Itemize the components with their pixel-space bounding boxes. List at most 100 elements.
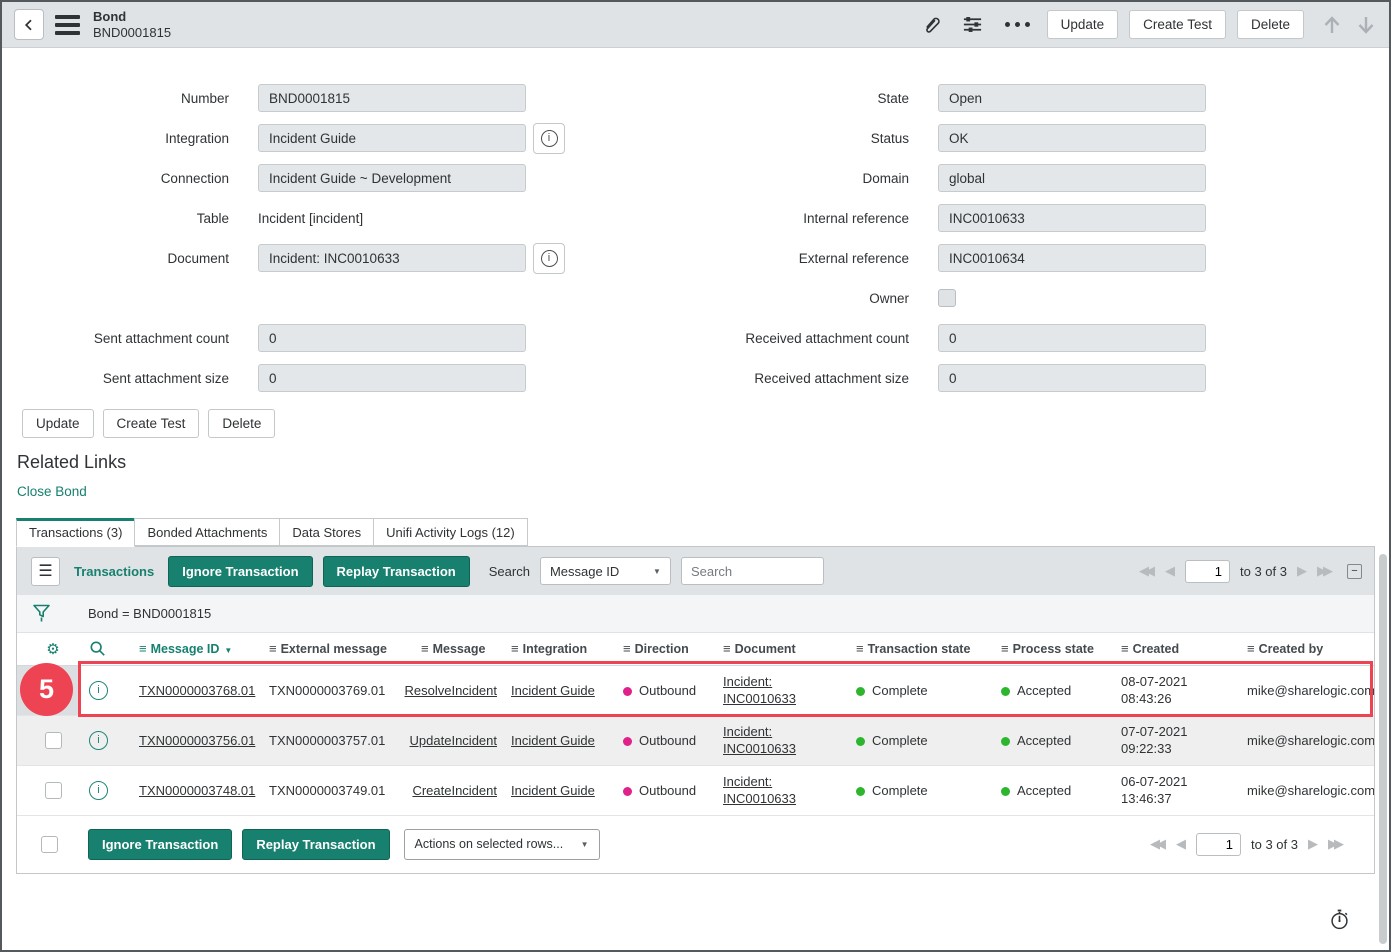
delete-button[interactable]: Delete [1237,10,1304,39]
filter-button[interactable] [17,603,65,624]
external-reference-label: External reference [697,251,909,266]
number-input[interactable] [258,84,526,112]
tab-unifi-activity-logs[interactable]: Unifi Activity Logs (12) [373,518,528,546]
context-menu-icon[interactable] [55,15,80,35]
document-link[interactable]: Incident:INC0010633 [723,673,848,707]
column-header-integration[interactable]: ≡Integration [503,633,615,665]
domain-input[interactable] [938,164,1206,192]
column-header-message-id[interactable]: ≡Message ID▼ [131,633,261,665]
column-menu-icon: ≡ [269,641,277,656]
transaction-state-value: Complete [872,683,928,698]
select-all-checkbox[interactable] [41,836,58,853]
column-header-direction[interactable]: ≡Direction [615,633,715,665]
document-input[interactable] [258,244,526,272]
message-link[interactable]: ResolveIncident [405,683,498,698]
column-header-process-state[interactable]: ≡Process state [993,633,1113,665]
page-number-input[interactable] [1185,560,1230,583]
column-header-created[interactable]: ≡Created [1113,633,1239,665]
document-link[interactable]: Incident:INC0010633 [723,723,848,757]
more-options-button[interactable] [999,22,1036,27]
delete-button-footer[interactable]: Delete [208,409,275,438]
external-reference-input[interactable] [938,244,1206,272]
back-button[interactable] [14,9,44,40]
connection-input[interactable] [258,164,526,192]
related-links-heading: Related Links [2,438,1389,473]
close-bond-link[interactable]: Close Bond [17,484,87,499]
next-page-icon[interactable]: ▶ [1308,836,1318,852]
update-button[interactable]: Update [1047,10,1119,39]
received-attachment-size-input[interactable] [938,364,1206,392]
record-number: BND0001815 [93,25,171,41]
list-title: Transactions [70,564,158,579]
last-page-icon[interactable]: ▶▶ [1328,836,1344,852]
column-header-message[interactable]: ≡Message [391,633,503,665]
previous-page-icon[interactable]: ◀ [1165,563,1175,579]
filter-breadcrumb[interactable]: Bond = BND0001815 [88,606,211,621]
actions-on-selected-rows-select[interactable]: Actions on selected rows... ▼ [404,829,600,860]
message-id-link[interactable]: TXN0000003768.01 [139,683,255,698]
attachments-button[interactable] [917,14,946,35]
status-input[interactable] [938,124,1206,152]
next-page-icon[interactable]: ▶ [1297,563,1307,579]
collapse-list-button[interactable]: − [1347,564,1362,579]
column-header-external-message-id[interactable]: ≡External message ID [261,633,391,665]
previous-record-icon[interactable] [1321,13,1343,37]
search-field-select[interactable]: Message ID ▼ [540,557,671,585]
message-id-link[interactable]: TXN0000003748.01 [139,783,255,798]
column-header-document[interactable]: ≡Document [715,633,848,665]
integration-input[interactable] [258,124,526,152]
table-header-row: ⚙ ≡Message ID▼ ≡External message ID ≡Mes… [17,633,1374,665]
record-preview-icon[interactable]: i [89,781,108,800]
ignore-transaction-button-footer[interactable]: Ignore Transaction [88,829,232,860]
document-link[interactable]: Incident:INC0010633 [723,773,848,807]
message-id-link[interactable]: TXN0000003756.01 [139,733,255,748]
replay-transaction-button-footer[interactable]: Replay Transaction [242,829,389,860]
column-header-transaction-state[interactable]: ≡Transaction state [848,633,993,665]
received-attachment-count-input[interactable] [938,324,1206,352]
search-input[interactable] [681,557,824,585]
first-page-icon[interactable]: ◀◀ [1139,563,1155,579]
page-range-text: to 3 of 3 [1240,564,1287,579]
sent-attachment-size-input[interactable] [258,364,526,392]
list-pagination-bottom: ◀◀ ◀ to 3 of 3 ▶ ▶▶ [1150,833,1344,856]
ignore-transaction-button[interactable]: Ignore Transaction [168,556,312,587]
first-page-icon[interactable]: ◀◀ [1150,836,1166,852]
last-page-icon[interactable]: ▶▶ [1317,563,1333,579]
row-checkbox[interactable] [45,732,62,749]
tab-transactions[interactable]: Transactions (3) [16,518,135,547]
create-test-button-footer[interactable]: Create Test [103,409,200,438]
column-header-created-by[interactable]: ≡Created by [1239,633,1374,665]
record-preview-icon[interactable]: i [89,731,108,750]
response-time-button[interactable] [1328,907,1351,931]
create-test-button[interactable]: Create Test [1129,10,1226,39]
owner-checkbox[interactable] [938,289,956,307]
personalize-form-button[interactable] [957,14,988,35]
created-date: 07-07-2021 [1121,723,1239,740]
tab-data-stores[interactable]: Data Stores [279,518,374,546]
integration-link[interactable]: Incident Guide [511,733,595,748]
owner-label: Owner [697,291,909,306]
internal-reference-input[interactable] [938,204,1206,232]
integration-link[interactable]: Incident Guide [511,783,595,798]
column-search-header[interactable] [81,633,131,665]
message-link[interactable]: UpdateIncident [410,733,497,748]
message-link[interactable]: CreateIncident [412,783,497,798]
integration-link[interactable]: Incident Guide [511,683,595,698]
replay-transaction-button[interactable]: Replay Transaction [323,556,470,587]
page-number-input[interactable] [1196,833,1241,856]
state-input[interactable] [938,84,1206,112]
list-toolbar: ☰ Transactions Ignore Transaction Replay… [17,547,1374,595]
update-button-footer[interactable]: Update [22,409,94,438]
sent-attachment-count-input[interactable] [258,324,526,352]
vertical-scrollbar[interactable] [1379,554,1387,944]
previous-page-icon[interactable]: ◀ [1176,836,1186,852]
row-checkbox[interactable] [45,782,62,799]
integration-preview-button[interactable]: i [533,123,565,154]
list-personalize-header[interactable]: ⚙ [17,633,81,665]
tab-bonded-attachments[interactable]: Bonded Attachments [134,518,280,546]
next-record-icon[interactable] [1355,13,1377,37]
document-preview-button[interactable]: i [533,243,565,274]
record-preview-icon[interactable]: i [89,681,108,700]
list-menu-button[interactable]: ☰ [31,557,60,586]
row-select-cell[interactable] [17,665,81,715]
